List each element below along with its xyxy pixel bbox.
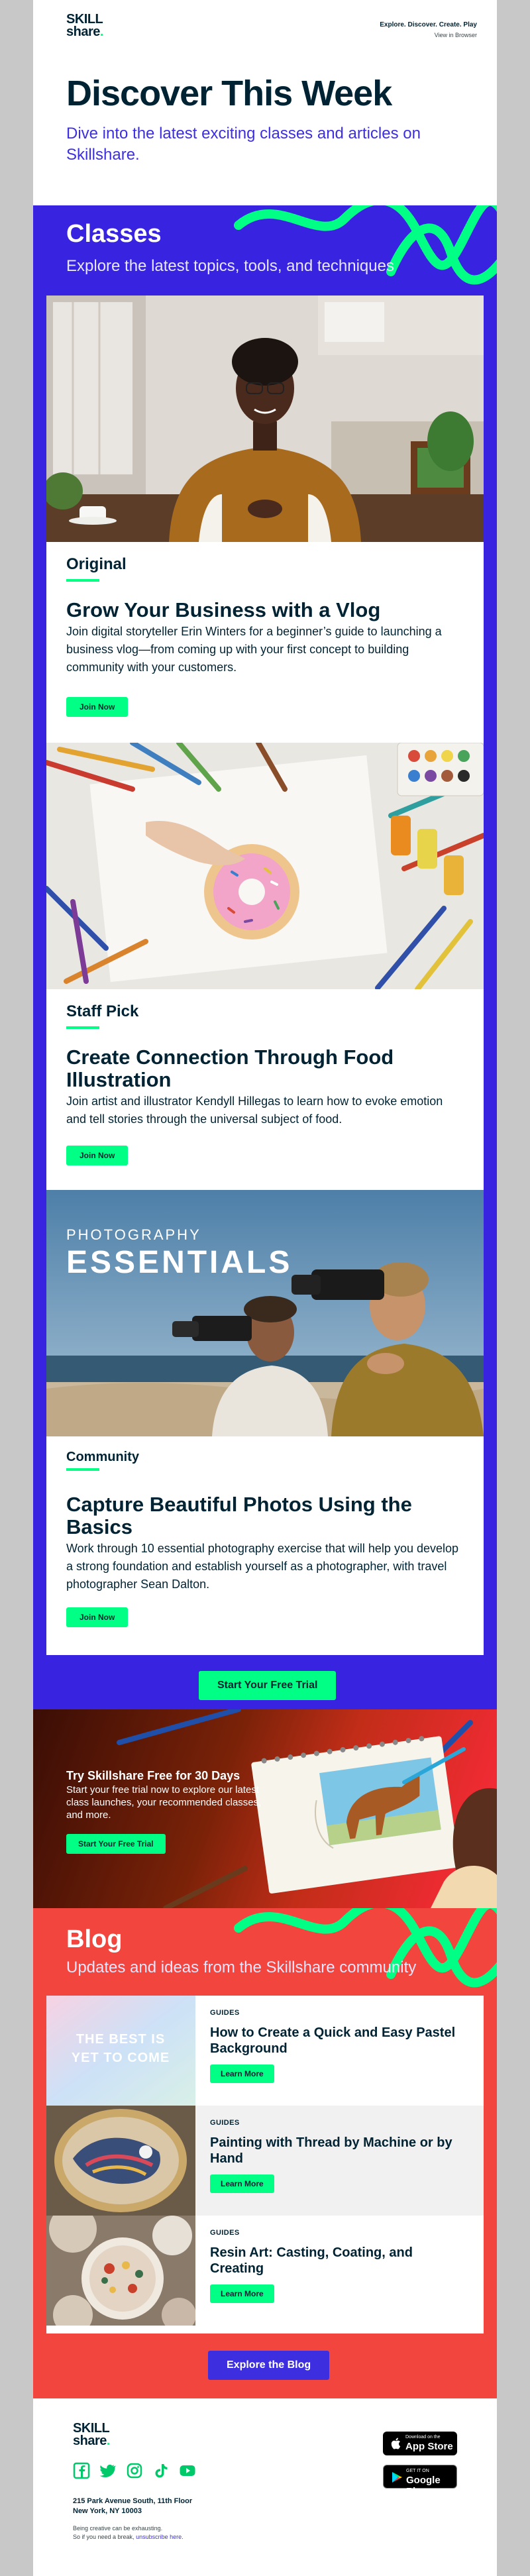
classes-subtitle: Explore the latest topics, tools, and te… [66,257,394,275]
blog-title: Blog [66,1925,123,1953]
class-title[interactable]: Grow Your Business with a Vlog [66,599,464,621]
blog-item-title[interactable]: Resin Art: Casting, Coating, and Creatin… [210,2245,469,2277]
image-caption-essentials: ESSENTIALS [66,1245,292,1280]
start-free-trial-button[interactable]: Start Your Free Trial [199,1671,337,1700]
skillshare-logo[interactable]: SKILL share. [66,13,103,38]
app-store-badge[interactable]: Download on the App Store [383,2432,457,2455]
blog-thumb-pastel[interactable]: THE BEST IS YET TO COME [46,1996,195,2106]
blog-tag: GUIDES [210,2119,240,2127]
page-title: Discover This Week [66,74,392,113]
join-now-button[interactable]: Join Now [66,697,129,717]
social-links [73,2462,196,2479]
apple-icon [391,2438,401,2449]
badge-underline [66,1026,99,1029]
trial-start-button[interactable]: Start Your Free Trial [66,1834,166,1854]
unsubscribe-link[interactable]: unsubscribe here [136,2534,182,2540]
class-title[interactable]: Create Connection Through Food Illustrat… [66,1046,464,1091]
blog-item: THE BEST IS YET TO COME GUIDES How to Cr… [46,1996,484,2106]
google-play-icon [392,2472,402,2483]
blog-item-body: GUIDES How to Create a Quick and Easy Pa… [195,1996,484,2106]
blog-list: THE BEST IS YET TO COME GUIDES How to Cr… [46,1996,484,2334]
blog-thumb-resin[interactable] [46,2216,195,2326]
trial-title: Try Skillshare Free for 30 Days [66,1769,240,1782]
twitter-icon[interactable] [99,2462,117,2479]
blog-tag: GUIDES [210,2229,240,2237]
blog-item: GUIDES Painting with Thread by Machine o… [46,2106,484,2216]
learn-more-button[interactable]: Learn More [210,2284,274,2303]
free-trial-banner: Try Skillshare Free for 30 Days Start yo… [33,1709,497,1908]
blog-section: Blog Updates and ideas from the Skillsha… [33,1908,497,2398]
company-address: 215 Park Avenue South, 11th Floor New Yo… [73,2497,193,2515]
join-now-button[interactable]: Join Now [66,1146,129,1165]
class-image-vlog[interactable] [46,295,484,542]
blog-item-body: GUIDES Resin Art: Casting, Coating, and … [195,2216,484,2326]
image-caption-photography: PHOTOGRAPHY [66,1226,201,1243]
learn-more-button[interactable]: Learn More [210,2174,274,2193]
blog-item-title[interactable]: Painting with Thread by Machine or by Ha… [210,2135,469,2167]
tagline: Explore. Discover. Create. Play [380,21,477,28]
youtube-icon[interactable] [179,2462,196,2479]
footer-logo[interactable]: SKILL share. [73,2422,110,2447]
class-image-food-illustration[interactable] [46,743,484,989]
blog-subtitle: Updates and ideas from the Skillshare co… [66,1959,417,1976]
blog-item: GUIDES Resin Art: Casting, Coating, and … [46,2216,484,2326]
email-header: SKILL share. Explore. Discover. Create. … [33,0,497,205]
classes-title: Classes [66,220,162,248]
instagram-icon[interactable] [126,2462,143,2479]
trial-description: Start your free trial now to explore our… [66,1784,262,1821]
view-in-browser-link[interactable]: View in Browser [435,32,477,38]
join-now-button[interactable]: Join Now [66,1607,129,1627]
explore-blog-button[interactable]: Explore the Blog [208,2351,330,2380]
classes-section: Classes Explore the latest topics, tools… [33,205,497,1709]
unsubscribe-note: Being creative can be exhausting. So if … [73,2525,184,2540]
class-description: Join artist and illustrator Kendyll Hill… [66,1095,443,1126]
thumb-text-1: THE BEST IS [76,2032,165,2047]
class-description: Join digital storyteller Erin Winters fo… [66,625,442,674]
class-card: Staff Pick Create Connection Through Foo… [46,743,484,1190]
class-card: PHOTOGRAPHY ESSENTIALS Community Capture… [46,1190,484,1655]
blog-item-title[interactable]: How to Create a Quick and Easy Pastel Ba… [210,2025,469,2057]
learn-more-button[interactable]: Learn More [210,2065,274,2083]
badge-underline [66,579,99,582]
class-description: Work through 10 essential photography ex… [66,1542,459,1591]
original-badge: Original [66,555,127,573]
community-badge: Community [66,1450,139,1464]
thumb-text-2: YET TO COME [72,2051,170,2065]
blog-item-body: GUIDES Painting with Thread by Machine o… [195,2106,484,2216]
email-footer: SKILL share. 215 Park Avenue South, 11th… [33,2398,497,2576]
badge-underline [66,1468,99,1471]
staff-pick-badge: Staff Pick [66,1002,139,1020]
class-image-photography[interactable]: PHOTOGRAPHY ESSENTIALS [46,1190,484,1436]
facebook-icon[interactable] [73,2462,90,2479]
tiktok-icon[interactable] [152,2462,170,2479]
class-card: Original Grow Your Business with a Vlog … [46,295,484,743]
email-page: SKILL share. Explore. Discover. Create. … [33,0,497,2576]
google-play-badge[interactable]: GET IT ON Google Play [383,2465,457,2497]
blog-tag: GUIDES [210,2009,240,2017]
blog-thumb-thread[interactable] [46,2106,195,2216]
class-title[interactable]: Capture Beautiful Photos Using the Basic… [66,1493,464,1538]
page-subtitle: Dive into the latest exciting classes an… [66,125,421,164]
